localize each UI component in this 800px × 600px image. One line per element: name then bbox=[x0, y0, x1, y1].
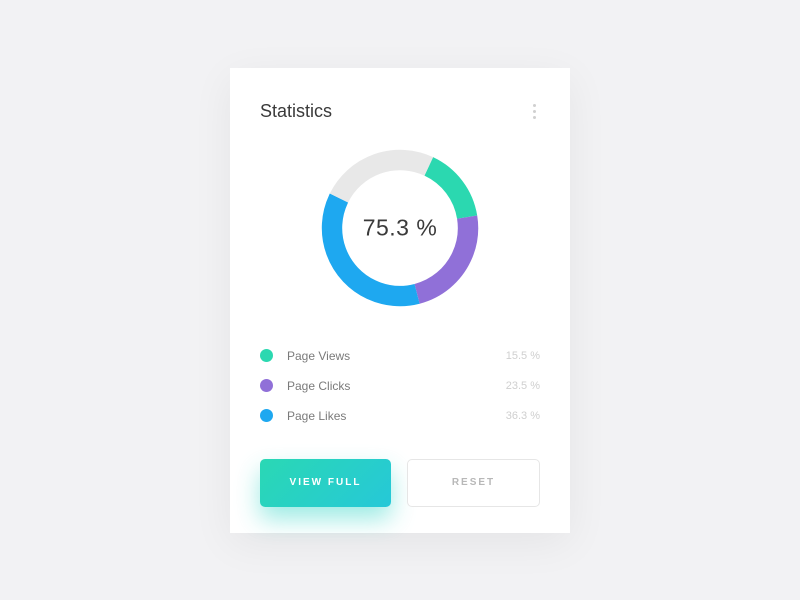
legend-value: 36.3 % bbox=[506, 410, 540, 422]
button-row: VIEW FULL RESET bbox=[260, 459, 540, 507]
legend-item-page-views: Page Views 15.5 % bbox=[260, 341, 540, 371]
view-full-button[interactable]: VIEW FULL bbox=[260, 459, 391, 507]
statistics-card: Statistics 75.3 % Page Views 15.5 % Page… bbox=[230, 68, 570, 533]
legend-value: 15.5 % bbox=[506, 350, 540, 362]
card-title: Statistics bbox=[260, 101, 332, 122]
legend-dot bbox=[260, 409, 273, 422]
reset-button[interactable]: RESET bbox=[407, 459, 540, 507]
legend-label: Page Likes bbox=[287, 409, 506, 423]
more-icon[interactable] bbox=[529, 100, 540, 123]
legend-value: 23.5 % bbox=[506, 380, 540, 392]
legend: Page Views 15.5 % Page Clicks 23.5 % Pag… bbox=[260, 341, 540, 431]
legend-label: Page Clicks bbox=[287, 379, 506, 393]
legend-item-page-clicks: Page Clicks 23.5 % bbox=[260, 371, 540, 401]
card-header: Statistics bbox=[260, 100, 540, 123]
donut-center-value: 75.3 % bbox=[363, 214, 438, 241]
legend-item-page-likes: Page Likes 36.3 % bbox=[260, 401, 540, 431]
legend-dot bbox=[260, 349, 273, 362]
legend-label: Page Views bbox=[287, 349, 506, 363]
donut-chart: 75.3 % bbox=[260, 143, 540, 313]
legend-dot bbox=[260, 379, 273, 392]
